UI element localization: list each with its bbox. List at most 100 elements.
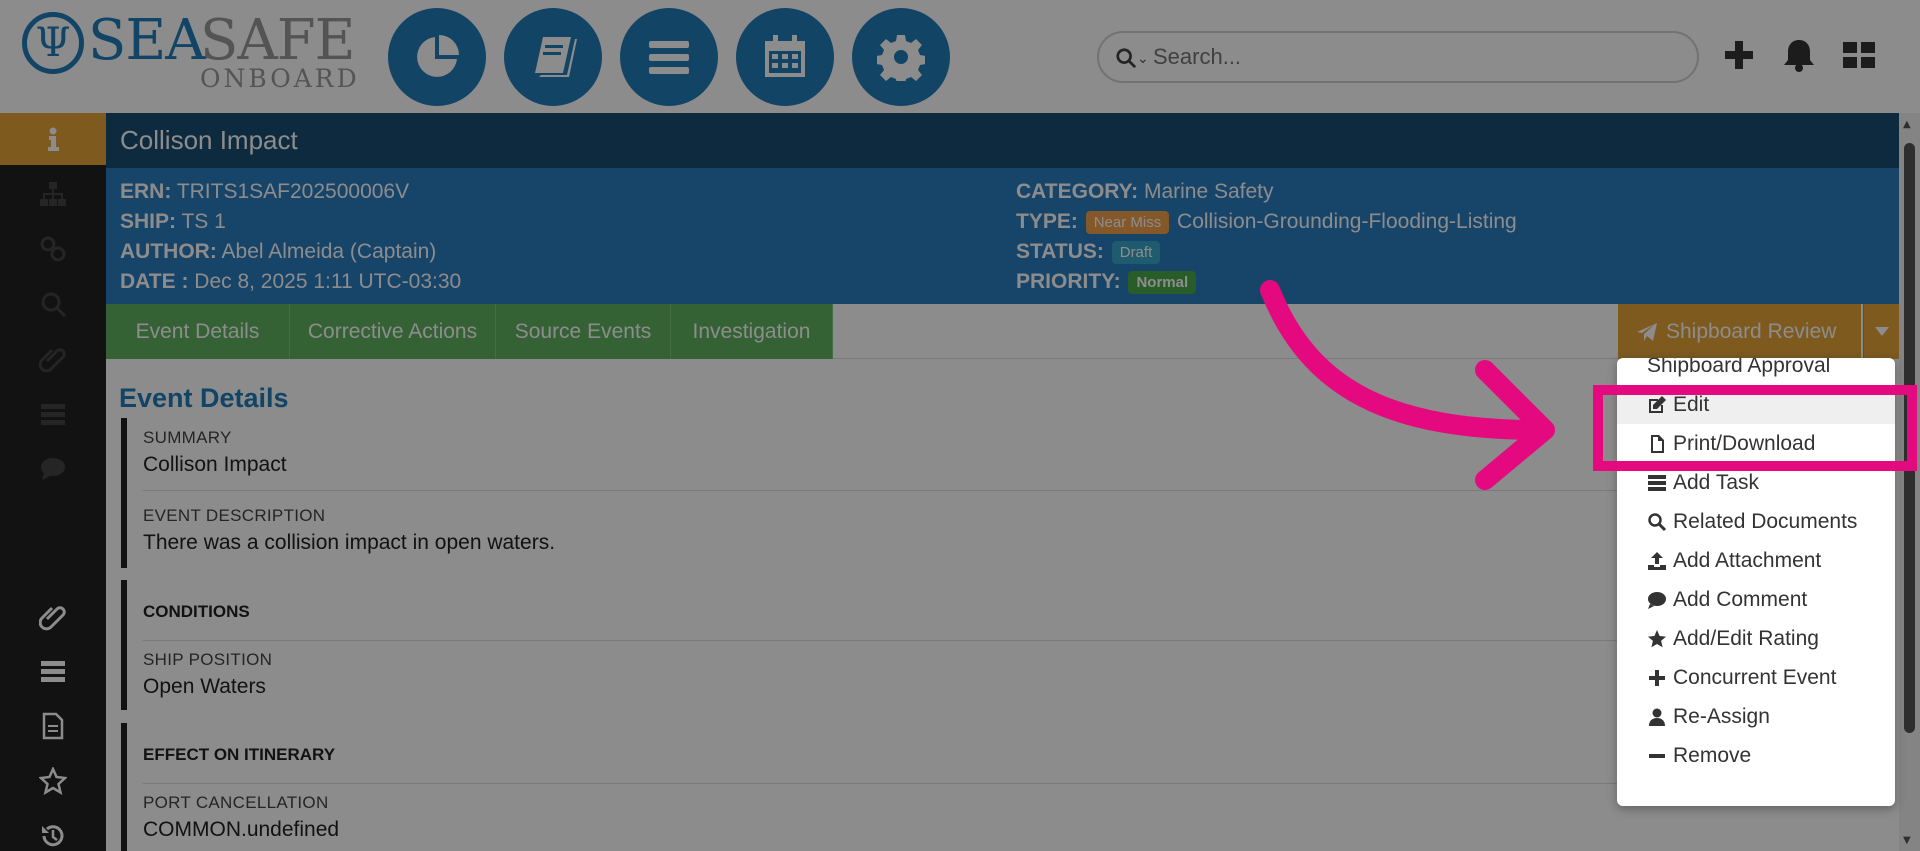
- menu-item-label: Remove: [1673, 743, 1752, 767]
- tasks-icon: [41, 404, 65, 425]
- menu-item-label: Add Attachment: [1673, 548, 1822, 572]
- menu-item-add-attachment[interactable]: Add Attachment: [1617, 541, 1895, 580]
- plus-icon: [1649, 669, 1665, 686]
- paperclip-icon: [39, 348, 66, 373]
- type-row: TYPE: Near Miss Collision-Grounding-Floo…: [1016, 210, 1517, 234]
- menu-item-label: Add/Edit Rating: [1673, 626, 1819, 650]
- settings-button[interactable]: [852, 8, 950, 106]
- shipboard-review-label: Shipboard Review: [1666, 319, 1837, 343]
- chevron-down-icon[interactable]: ⌄: [1137, 51, 1149, 67]
- menu-item-add-edit-rating[interactable]: Add/Edit Rating: [1617, 619, 1895, 658]
- search-icon[interactable]: [1115, 47, 1137, 69]
- header: Ψ SEA SAFE ONBOARD ⌄: [0, 0, 1920, 113]
- search-input[interactable]: [1153, 43, 1673, 71]
- file-icon: [42, 712, 64, 740]
- review-dropdown-menu: Shipboard Approval Edit Print/Download A…: [1617, 358, 1895, 806]
- gear-icon: [877, 35, 925, 81]
- category-row: CATEGORY: Marine Safety: [1016, 180, 1274, 204]
- itinerary-block: EFFECT ON ITINERARY PORT CANCELLATION CO…: [121, 723, 1621, 851]
- sidebar-item-attachment-bottom[interactable]: [0, 591, 106, 643]
- history-icon: [42, 825, 64, 847]
- dashboard-button[interactable]: [388, 8, 486, 106]
- scroll-up-arrow[interactable]: ▲: [1903, 119, 1911, 130]
- sidebar-item-document[interactable]: [0, 700, 106, 752]
- search-icon: [1648, 512, 1667, 531]
- tab-corrective-actions[interactable]: Corrective Actions: [290, 304, 496, 359]
- tab-event-details[interactable]: Event Details: [106, 304, 290, 359]
- tab-investigation[interactable]: Investigation: [671, 304, 833, 359]
- sidebar-item-comments[interactable]: [0, 443, 106, 495]
- status-label: STATUS:: [1016, 240, 1104, 263]
- menu-item-label: Print/Download: [1673, 431, 1816, 455]
- menu-button[interactable]: [620, 8, 718, 106]
- menu-item-label: Re-Assign: [1673, 704, 1770, 728]
- conditions-block: CONDITIONS SHIP POSITION Open Waters: [121, 580, 1621, 710]
- menu-item-edit[interactable]: Edit: [1617, 385, 1895, 424]
- sidebar: [0, 113, 106, 851]
- sidebar-item-rating[interactable]: [0, 755, 106, 807]
- menu-item-re-assign[interactable]: Re-Assign: [1617, 697, 1895, 736]
- menu-item-shipboard-approval[interactable]: Shipboard Approval: [1617, 358, 1895, 385]
- link-icon: [40, 236, 66, 262]
- scroll-down-arrow[interactable]: ▼: [1903, 835, 1911, 846]
- author-label: AUTHOR:: [120, 240, 217, 263]
- sidebar-item-search[interactable]: [0, 278, 106, 330]
- priority-label: PRIORITY:: [1016, 270, 1121, 293]
- file-icon: [1651, 434, 1664, 453]
- ship-position-label: SHIP POSITION: [143, 650, 273, 669]
- category-label: CATEGORY:: [1016, 180, 1139, 203]
- summary-value: Collison Impact: [143, 453, 287, 476]
- tasks-icon: [41, 661, 65, 682]
- scrollbar[interactable]: ▲ ▼: [1899, 113, 1920, 851]
- menu-item-concurrent-event[interactable]: Concurrent Event: [1617, 658, 1895, 697]
- sidebar-item-tasks[interactable]: [0, 388, 106, 440]
- sidebar-item-attachments[interactable]: [0, 333, 106, 385]
- search-bar[interactable]: ⌄: [1097, 31, 1699, 83]
- grid-icon[interactable]: [1842, 38, 1876, 72]
- paperclip-icon: [39, 606, 66, 631]
- tab-bar: Event Details Corrective Actions Source …: [106, 304, 1899, 359]
- menu-item-label: Related Documents: [1673, 509, 1858, 533]
- port-cancellation-label: PORT CANCELLATION: [143, 793, 329, 812]
- type-label: TYPE:: [1016, 210, 1078, 233]
- sidebar-item-hierarchy[interactable]: [0, 168, 106, 220]
- menu-item-add-comment[interactable]: Add Comment: [1617, 580, 1895, 619]
- status-badge: Draft: [1111, 240, 1161, 264]
- sidebar-item-info[interactable]: [0, 113, 106, 165]
- tasks-icon: [1648, 474, 1666, 491]
- edit-icon: [1649, 395, 1666, 413]
- seasafe-logo[interactable]: Ψ SEA SAFE ONBOARD: [22, 8, 357, 93]
- menu-item-remove[interactable]: Remove: [1617, 736, 1895, 775]
- comment-icon: [41, 458, 65, 480]
- plus-icon[interactable]: [1722, 38, 1756, 72]
- near-miss-badge: Near Miss: [1085, 210, 1170, 234]
- review-dropdown-toggle[interactable]: [1863, 304, 1899, 359]
- sidebar-item-task-bottom[interactable]: [0, 645, 106, 697]
- sidebar-item-links[interactable]: [0, 223, 106, 275]
- book-icon: [535, 37, 577, 77]
- bell-icon[interactable]: [1782, 38, 1816, 72]
- menu-item-label: Edit: [1673, 392, 1710, 416]
- date-label: DATE :: [120, 270, 189, 293]
- menu-item-label: Add Comment: [1673, 587, 1808, 611]
- sidebar-item-history[interactable]: [0, 810, 106, 851]
- calendar-button[interactable]: [736, 8, 834, 106]
- priority-badge: Normal: [1128, 270, 1197, 294]
- summary-label: SUMMARY: [143, 428, 232, 447]
- paper-plane-icon: [1637, 322, 1657, 341]
- menu-item-related-documents[interactable]: Related Documents: [1617, 502, 1895, 541]
- shipboard-review-button[interactable]: Shipboard Review: [1618, 304, 1861, 359]
- date-row: DATE : Dec 8, 2025 1:11 UTC-03:30: [120, 270, 461, 294]
- tab-source-events[interactable]: Source Events: [496, 304, 671, 359]
- status-row: STATUS: Draft: [1016, 240, 1162, 264]
- author-row: AUTHOR: Abel Almeida (Captain): [120, 240, 436, 264]
- ern-row: ERN: TRITS1SAF202500006V: [120, 180, 409, 204]
- port-cancellation-value: COMMON.undefined: [143, 818, 340, 841]
- menu-item-print-download[interactable]: Print/Download: [1617, 424, 1895, 463]
- library-button[interactable]: [504, 8, 602, 106]
- logo-sea-text: SEA: [88, 8, 206, 73]
- date-value: Dec 8, 2025 1:11 UTC-03:30: [194, 270, 462, 293]
- scroll-thumb[interactable]: [1904, 143, 1915, 733]
- calendar-icon: [765, 35, 805, 77]
- menu-item-add-task[interactable]: Add Task: [1617, 463, 1895, 502]
